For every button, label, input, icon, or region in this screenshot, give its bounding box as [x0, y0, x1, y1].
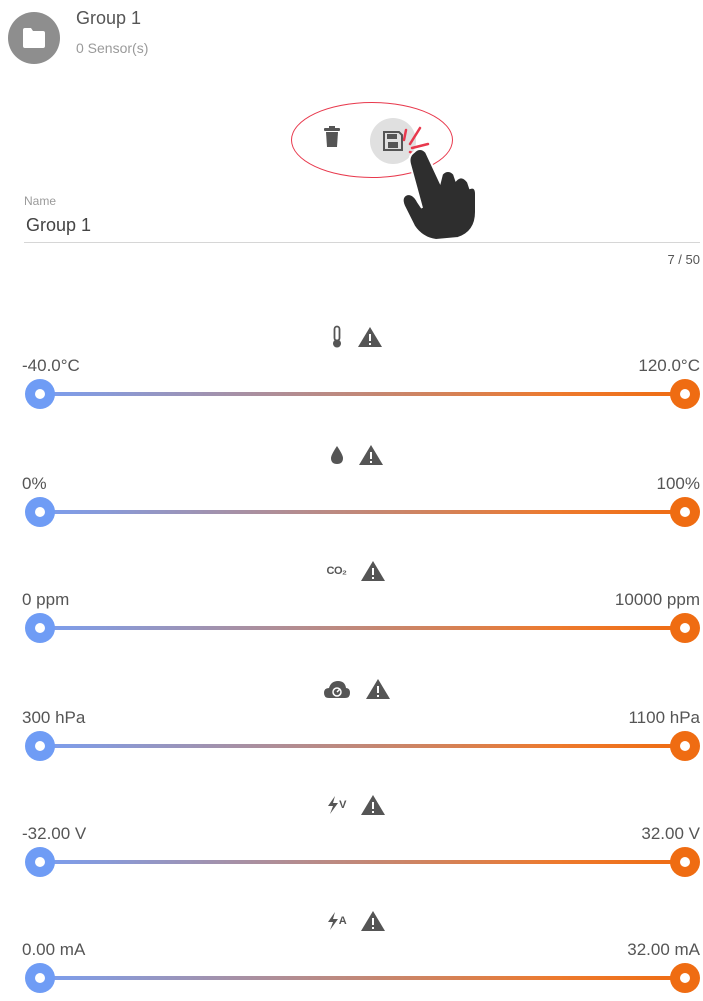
slider-track[interactable]	[40, 510, 685, 514]
min-slider-handle[interactable]	[25, 379, 55, 409]
slider-track[interactable]	[40, 744, 685, 748]
max-value-label: 10000 ppm	[614, 590, 700, 609]
min-value-label: 300 hPa	[22, 708, 86, 727]
co2-icon: CO₂	[326, 565, 347, 577]
trash-icon	[324, 126, 340, 147]
max-slider-handle[interactable]	[670, 497, 700, 527]
warning-icon	[365, 678, 391, 700]
max-slider-handle[interactable]	[670, 963, 700, 993]
slider-track[interactable]	[40, 860, 685, 864]
slider-track[interactable]	[40, 392, 685, 396]
folder-icon	[23, 28, 45, 48]
group-title: Group 1	[76, 8, 142, 28]
sensor-count: 0 Sensor(s)	[76, 40, 149, 56]
warning-icon	[360, 910, 386, 932]
sensor-icons: CO₂	[0, 556, 703, 586]
humidity-range-slider: 0% 100%	[0, 440, 703, 548]
humidity-drop-icon	[330, 445, 344, 465]
min-slider-handle[interactable]	[25, 497, 55, 527]
name-field-label: Name	[24, 194, 57, 208]
max-value-label: 120.0°C	[638, 356, 700, 375]
current-range-slider: A 0.00 mA 32.00 mA	[0, 906, 703, 1001]
max-slider-handle[interactable]	[670, 613, 700, 643]
min-value-label: -40.0°C	[22, 356, 80, 375]
sensor-icons	[0, 322, 703, 352]
min-slider-handle[interactable]	[25, 963, 55, 993]
character-counter: 7 / 50	[667, 252, 700, 267]
avatar	[8, 12, 60, 64]
sensor-icons	[0, 440, 703, 470]
voltage-range-slider: V -32.00 V 32.00 V	[0, 790, 703, 898]
name-input[interactable]	[24, 208, 700, 243]
slider-track[interactable]	[40, 626, 685, 630]
min-value-label: 0 ppm	[22, 590, 70, 609]
max-slider-handle[interactable]	[670, 847, 700, 877]
max-value-label: 32.00 mA	[627, 940, 700, 959]
group-settings-page: Group 1 0 Sensor(s) Name 7 / 50	[0, 0, 703, 1001]
pressure-range-slider: 300 hPa 1100 hPa	[0, 674, 703, 782]
voltage-icon: V	[327, 796, 346, 814]
group-header: Group 1 0 Sensor(s)	[8, 4, 698, 64]
name-field: Name	[24, 194, 700, 243]
min-value-label: 0.00 mA	[22, 940, 86, 959]
co2-range-slider: CO₂ 0 ppm 10000 ppm	[0, 556, 703, 664]
warning-icon	[357, 326, 383, 348]
sensor-icons	[0, 674, 703, 704]
max-value-label: 1100 hPa	[628, 708, 700, 727]
current-icon: A	[327, 912, 347, 930]
voltage-unit: V	[339, 799, 346, 811]
delete-button[interactable]	[318, 122, 346, 152]
slider-track[interactable]	[40, 976, 685, 980]
min-slider-handle[interactable]	[25, 613, 55, 643]
pressure-cloud-icon	[323, 679, 351, 699]
min-value-label: 0%	[22, 474, 47, 493]
thermometer-icon	[331, 325, 343, 349]
max-slider-handle[interactable]	[670, 731, 700, 761]
temperature-range-slider: -40.0°C 120.0°C	[0, 322, 703, 430]
min-slider-handle[interactable]	[25, 731, 55, 761]
max-value-label: 100%	[656, 474, 700, 493]
min-value-label: -32.00 V	[22, 824, 87, 843]
warning-icon	[360, 560, 386, 582]
max-slider-handle[interactable]	[670, 379, 700, 409]
warning-icon	[360, 794, 386, 816]
warning-icon	[358, 444, 384, 466]
max-value-label: 32.00 V	[641, 824, 700, 843]
sensor-icons: A	[0, 906, 703, 936]
sensor-icons: V	[0, 790, 703, 820]
current-unit: A	[338, 915, 347, 927]
min-slider-handle[interactable]	[25, 847, 55, 877]
